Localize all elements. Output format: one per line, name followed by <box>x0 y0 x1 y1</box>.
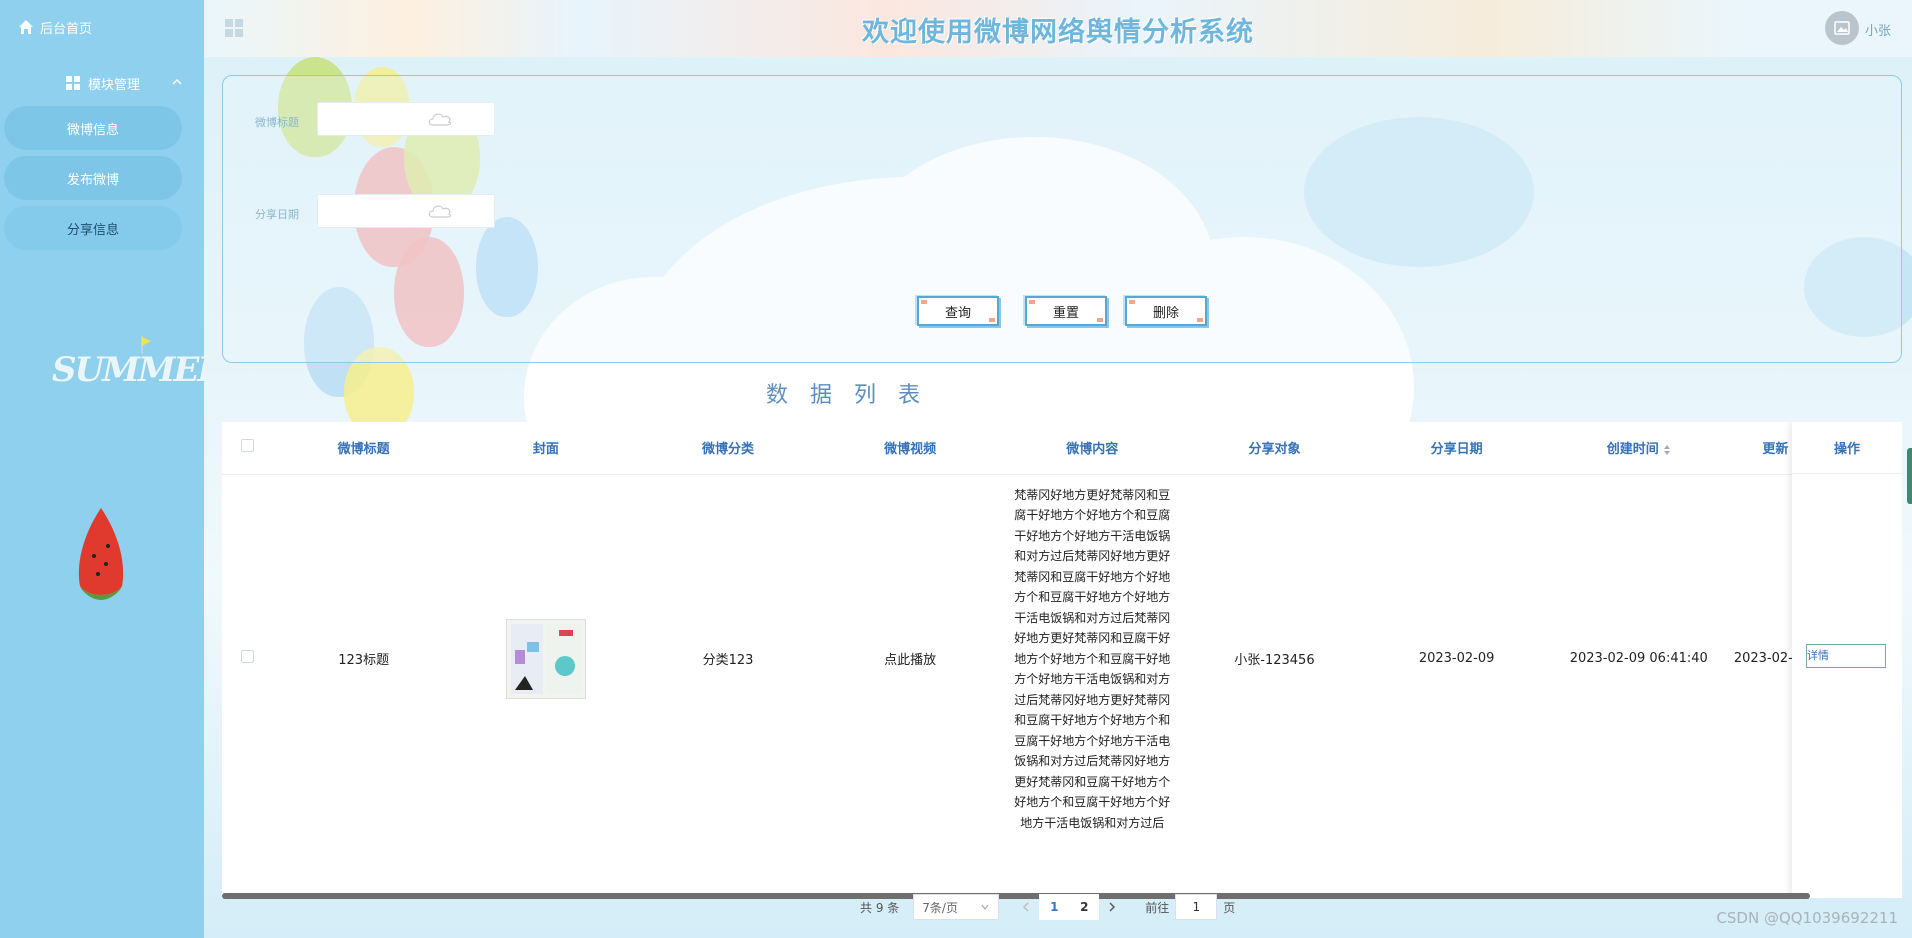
reset-button-label: 重置 <box>1052 305 1079 321</box>
summer-decoration: SUMMER <box>52 350 226 390</box>
page-size-select[interactable]: 7条/页 <box>913 894 1000 920</box>
chevron-left-icon <box>1023 902 1029 912</box>
col-header-created-label: 创建时间 <box>1606 442 1659 458</box>
watermelon-icon <box>78 508 124 600</box>
query-button-label: 查询 <box>944 305 971 321</box>
search-panel: 微博标题 分享日期 查询 重置 删除 <box>222 75 1902 363</box>
page-size-value: 7条/页 <box>922 900 958 915</box>
prev-page-button[interactable] <box>1013 894 1039 920</box>
sidebar-home-label: 后台首页 <box>40 21 93 37</box>
sidebar-module-label: 模块管理 <box>88 77 141 93</box>
home-icon <box>19 20 33 34</box>
image-icon <box>1834 21 1850 35</box>
sidebar-item-label: 发布微博 <box>66 172 119 188</box>
sidebar-item-label: 分享信息 <box>66 222 119 238</box>
goto-page-input[interactable]: 1 <box>1175 894 1218 920</box>
main-content: 微博标题 分享日期 查询 重置 删除 数据列表 微博标题 封面 微博分类 微博视… <box>204 57 1912 938</box>
sidebar-item-label: 微博信息 <box>66 122 119 138</box>
cloud-icon <box>428 205 452 218</box>
date-filter-label: 分享日期 <box>255 208 299 221</box>
row-share-target: 小张-123456 <box>1234 653 1315 669</box>
date-filter-input[interactable] <box>317 194 495 228</box>
detail-button[interactable]: 详情 <box>1806 644 1886 668</box>
side-tab-handle[interactable] <box>1907 448 1912 504</box>
col-header-category: 微博分类 <box>636 422 820 475</box>
username[interactable]: 小张 <box>1865 20 1891 39</box>
table-row: 123标题 分类123 点此播放 梵蒂冈好地方更好梵蒂冈和豆腐干好地方个好地方个… <box>222 474 1902 843</box>
chevron-down-icon <box>981 904 989 910</box>
col-header-share-date: 分享日期 <box>1365 422 1548 475</box>
select-all-checkbox[interactable] <box>240 439 254 453</box>
col-header-created[interactable]: 创建时间 <box>1547 422 1730 475</box>
col-header-title: 微博标题 <box>272 422 455 475</box>
grid-icon <box>66 76 80 90</box>
watermark: CSDN @QQ1039692211 <box>1716 909 1898 927</box>
reset-button[interactable]: 重置 <box>1025 296 1107 326</box>
list-title: 数据列表 <box>765 383 942 408</box>
sidebar-item-weibo-info[interactable]: 微博信息 <box>4 106 182 150</box>
sidebar: 后台首页 模块管理 微博信息 发布微博 分享信息 SUMMER <box>0 0 226 938</box>
goto-suffix: 页 <box>1223 900 1236 915</box>
sidebar-module-menu[interactable]: 模块管理 <box>66 72 186 94</box>
chevron-up-icon <box>172 79 182 85</box>
row-title: 123标题 <box>338 653 390 669</box>
row-checkbox[interactable] <box>240 650 254 664</box>
title-filter-input[interactable] <box>317 102 495 136</box>
table-header-row: 微博标题 封面 微博分类 微博视频 微博内容 分享对象 分享日期 创建时间 更新 <box>222 422 1902 475</box>
row-video-link[interactable]: 点此播放 <box>819 474 1001 843</box>
title-filter-label: 微博标题 <box>255 116 299 129</box>
delete-button-label: 删除 <box>1152 305 1179 321</box>
sidebar-home[interactable]: 后台首页 <box>18 16 92 38</box>
row-share-date: 2023-02-09 <box>1418 651 1495 667</box>
top-header: 欢迎使用微博网络舆情分析系统 小张 <box>204 0 1912 57</box>
page-number[interactable]: 1 <box>1039 894 1070 920</box>
total-count: 共 9 条 <box>860 900 900 915</box>
sort-icon[interactable] <box>1663 444 1671 456</box>
delete-button[interactable]: 删除 <box>1125 296 1207 326</box>
data-table: 微博标题 封面 微博分类 微博视频 微博内容 分享对象 分享日期 创建时间 更新… <box>222 422 1902 898</box>
cover-image-icon <box>510 623 581 694</box>
col-header-video: 微博视频 <box>819 422 1002 475</box>
col-header-action: 操作 <box>1792 422 1902 474</box>
col-header-cover: 封面 <box>454 422 637 475</box>
avatar[interactable] <box>1825 11 1859 45</box>
sidebar-item-share-info[interactable]: 分享信息 <box>4 206 182 250</box>
chevron-right-icon <box>1109 902 1116 912</box>
cover-thumbnail[interactable] <box>505 618 586 699</box>
goto-prefix: 前往 <box>1145 900 1170 915</box>
col-header-content: 微博内容 <box>1001 422 1184 475</box>
query-button[interactable]: 查询 <box>917 296 999 326</box>
page-title: 欢迎使用微博网络舆情分析系统 <box>862 17 1254 48</box>
row-created: 2023-02-09 06:41:40 <box>1569 651 1708 667</box>
row-category: 分类123 <box>702 653 754 669</box>
cloud-icon <box>428 113 452 126</box>
detail-button-wrap: 详情 <box>1806 644 1886 668</box>
fixed-action-column: 操作 详情 <box>1792 422 1902 898</box>
page-number[interactable]: 2 <box>1069 894 1100 920</box>
pagination: 共 9 条 7条/页 1 2 前往 1 页 <box>860 894 1235 920</box>
sidebar-item-publish[interactable]: 发布微博 <box>4 156 182 200</box>
row-content: 梵蒂冈好地方更好梵蒂冈和豆腐干好地方个好地方个和豆腐干好地方个好地方干活电饭锅和… <box>1014 487 1171 830</box>
next-page-button[interactable] <box>1099 894 1125 920</box>
col-header-share-target: 分享对象 <box>1183 422 1366 475</box>
